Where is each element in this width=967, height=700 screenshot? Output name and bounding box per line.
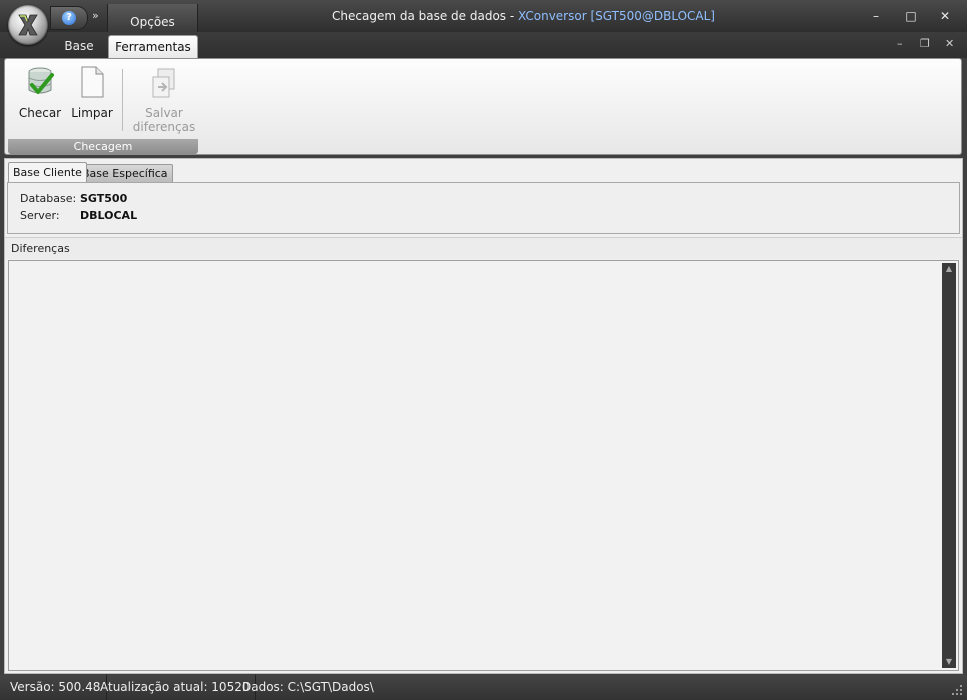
- status-bar: Versão: 500.48 Atualização atual: 10520 …: [0, 675, 967, 700]
- connection-info-box: Database: SGT500 Server: DBLOCAL: [7, 182, 960, 234]
- scroll-up-icon[interactable]: ▲: [942, 263, 956, 275]
- salvar-diferencas-label-line2: diferenças: [132, 120, 196, 134]
- database-row: Database: SGT500: [20, 192, 127, 205]
- diferencas-header: Diferenças: [5, 237, 962, 259]
- mdi-minimize-button[interactable]: –: [897, 37, 903, 50]
- tab-ferramentas[interactable]: Ferramentas: [108, 35, 198, 58]
- title-bar: ? » Opções Checagem da base de dados - X…: [0, 0, 967, 45]
- status-versao: Versão: 500.48: [4, 675, 108, 700]
- xconversor-logo-icon: [18, 14, 38, 36]
- window-title-main: Checagem da base de dados: [332, 9, 507, 23]
- ribbon-tabs-bar: Base Ferramentas: [0, 32, 967, 58]
- database-value: SGT500: [80, 192, 128, 205]
- save-differences-icon: [152, 68, 175, 98]
- limpar-button[interactable]: Limpar: [70, 65, 114, 120]
- application-menu-button[interactable]: [8, 5, 48, 45]
- main-content: Base Cliente Base Específica Database: SG…: [4, 158, 963, 674]
- mdi-restore-button[interactable]: ❐: [920, 37, 930, 50]
- help-icon: ?: [62, 11, 76, 25]
- window-title-subtitle: XConversor [SGT500@DBLOCAL]: [518, 9, 715, 23]
- tab-base-especifica[interactable]: Base Específica: [77, 164, 173, 182]
- checar-button[interactable]: Checar: [18, 65, 62, 120]
- window-title-separator: -: [506, 9, 519, 23]
- limpar-label: Limpar: [71, 106, 113, 120]
- vertical-scrollbar[interactable]: ▲ ▼: [942, 263, 956, 668]
- database-check-icon: [28, 67, 54, 94]
- server-value: DBLOCAL: [80, 209, 138, 222]
- minimize-button[interactable]: –: [864, 6, 888, 26]
- maximize-button[interactable]: □: [899, 6, 923, 26]
- resize-grip-icon[interactable]: [951, 684, 963, 696]
- mdi-close-button[interactable]: ✕: [945, 37, 954, 50]
- ribbon-group-label: Checagem: [8, 139, 198, 154]
- window-title: Checagem da base de dados - XConversor […: [200, 0, 847, 32]
- help-button[interactable]: ?: [50, 6, 88, 30]
- status-dados: Dados: C:\SGT\Dados\: [242, 680, 374, 694]
- server-row: Server: DBLOCAL: [20, 209, 137, 222]
- ribbon-separator: [122, 69, 123, 131]
- scroll-down-icon[interactable]: ▼: [942, 656, 956, 668]
- opcoes-menu[interactable]: Opções: [107, 4, 198, 32]
- ribbon-group-checagem: Checar Limpar Salvar diferenças Checagem: [8, 61, 198, 154]
- database-label: Database:: [20, 192, 77, 205]
- close-button[interactable]: ✕: [933, 6, 957, 26]
- salvar-diferencas-button[interactable]: Salvar diferenças: [132, 65, 196, 134]
- server-label: Server:: [20, 209, 60, 222]
- tab-base-cliente[interactable]: Base Cliente: [8, 162, 87, 182]
- diferencas-text-area[interactable]: ▲ ▼: [8, 260, 959, 671]
- blank-document-icon: [81, 66, 104, 98]
- checar-label: Checar: [18, 106, 62, 120]
- ribbon-panel: Checar Limpar Salvar diferenças Checagem: [4, 58, 962, 155]
- tab-base[interactable]: Base: [57, 35, 101, 58]
- quick-access-more-icon[interactable]: »: [92, 9, 99, 22]
- salvar-diferencas-label-line1: Salvar: [145, 106, 183, 120]
- status-atualizacao: Atualização atual: 10520: [94, 675, 257, 700]
